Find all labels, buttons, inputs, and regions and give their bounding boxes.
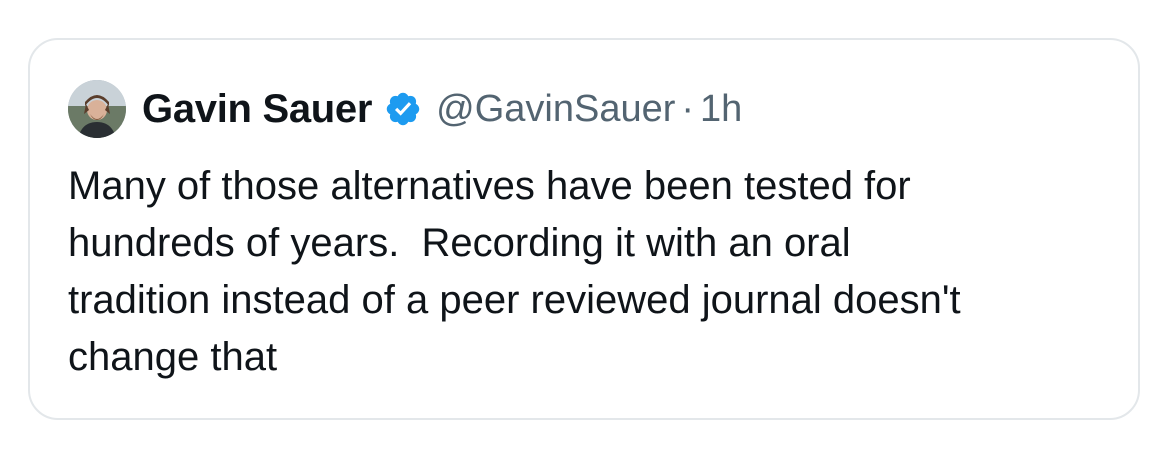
tweet-header: Gavin Sauer @GavinSauer · 1h [68,78,742,140]
verified-badge-icon [386,92,420,126]
tweet-text: Many of those alternatives have been tes… [68,164,961,379]
avatar[interactable] [68,80,126,138]
timestamp[interactable]: 1h [700,88,742,131]
author-handle[interactable]: @GavinSauer [436,88,675,131]
author-name[interactable]: Gavin Sauer [142,87,372,132]
separator-dot: · [681,87,695,130]
quoted-tweet-card[interactable]: Gavin Sauer @GavinSauer · 1h Many of tho… [28,38,1140,420]
